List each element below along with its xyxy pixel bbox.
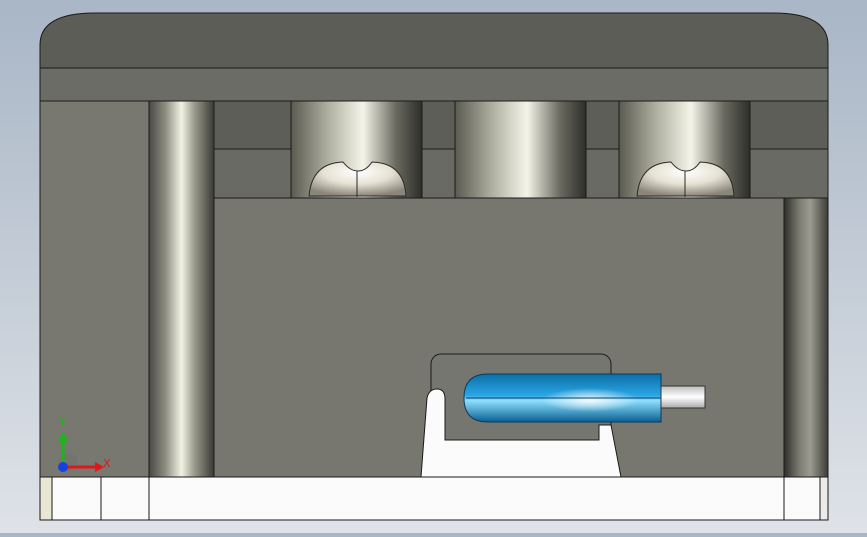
left-guide-post — [148, 100, 215, 478]
triad-y-label: Y — [59, 415, 66, 428]
base-left-edge — [39, 476, 53, 521]
cylinder-left — [290, 100, 423, 199]
right-guide-post — [783, 197, 829, 478]
base-right-edge — [819, 476, 829, 521]
graphics-viewport[interactable]: X Y — [0, 0, 867, 533]
cylinder-middle — [454, 100, 587, 199]
cylinder-right — [618, 100, 751, 199]
z-axis-icon — [58, 462, 68, 472]
model-view[interactable] — [0, 0, 867, 533]
triad-x-label: X — [103, 457, 111, 470]
top-plate — [39, 67, 829, 102]
base-plate — [39, 476, 829, 521]
top-cap — [39, 12, 829, 69]
